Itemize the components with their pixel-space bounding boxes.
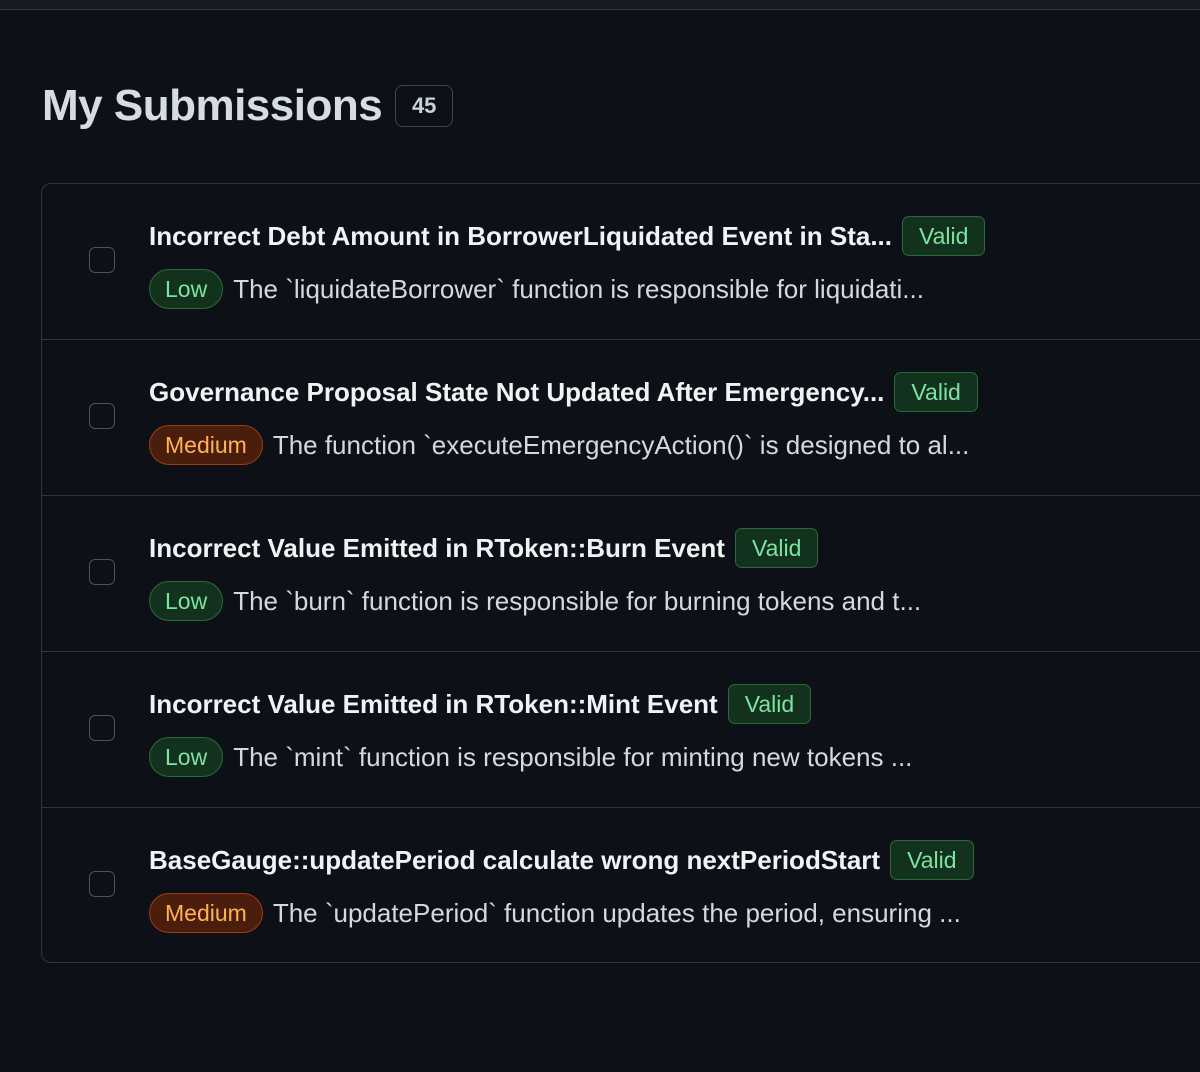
severity-badge: Low bbox=[149, 737, 224, 777]
status-badge: Valid bbox=[727, 684, 812, 724]
submission-count-badge: 45 bbox=[395, 85, 454, 127]
submission-description: The `burn` function is responsible for b… bbox=[233, 585, 922, 616]
submission-description: The function `executeEmergencyAction()` … bbox=[272, 429, 970, 460]
title-line: Governance Proposal State Not Updated Af… bbox=[149, 371, 978, 413]
submission-title[interactable]: Incorrect Value Emitted in RToken::Burn … bbox=[149, 533, 725, 564]
submission-title[interactable]: Incorrect Debt Amount in BorrowerLiquida… bbox=[149, 221, 892, 252]
submission-row[interactable]: Incorrect Value Emitted in RToken::Burn … bbox=[42, 496, 1200, 652]
submission-title[interactable]: Governance Proposal State Not Updated Af… bbox=[149, 377, 884, 408]
severity-badge: Medium bbox=[149, 893, 263, 933]
row-content: Incorrect Value Emitted in RToken::Burn … bbox=[149, 527, 921, 622]
severity-badge: Low bbox=[149, 269, 224, 309]
severity-badge: Low bbox=[149, 581, 224, 621]
title-line: Incorrect Value Emitted in RToken::Burn … bbox=[149, 527, 921, 569]
row-checkbox[interactable] bbox=[89, 403, 115, 429]
submission-title[interactable]: Incorrect Value Emitted in RToken::Mint … bbox=[149, 689, 718, 720]
row-checkbox[interactable] bbox=[89, 559, 115, 585]
description-line: Low The `burn` function is responsible f… bbox=[149, 580, 921, 622]
submission-row[interactable]: BaseGauge::updatePeriod calculate wrong … bbox=[42, 808, 1200, 962]
submissions-list: Incorrect Debt Amount in BorrowerLiquida… bbox=[41, 183, 1200, 963]
status-badge: Valid bbox=[890, 840, 974, 880]
row-content: Incorrect Debt Amount in BorrowerLiquida… bbox=[149, 215, 986, 310]
submission-row[interactable]: Governance Proposal State Not Updated Af… bbox=[42, 340, 1200, 496]
row-checkbox[interactable] bbox=[89, 871, 115, 897]
submission-description: The `liquidateBorrower` function is resp… bbox=[233, 273, 924, 304]
row-checkbox[interactable] bbox=[89, 247, 115, 273]
description-line: Low The `liquidateBorrower` function is … bbox=[149, 268, 985, 310]
submission-description: The `mint` function is responsible for m… bbox=[233, 741, 913, 772]
title-line: BaseGauge::updatePeriod calculate wrong … bbox=[149, 839, 974, 881]
description-line: Low The `mint` function is responsible f… bbox=[149, 736, 912, 778]
submission-description: The `updatePeriod` function updates the … bbox=[272, 897, 961, 928]
description-line: Medium The function `executeEmergencyAct… bbox=[149, 424, 978, 466]
title-line: Incorrect Value Emitted in RToken::Mint … bbox=[149, 683, 912, 725]
row-content: BaseGauge::updatePeriod calculate wrong … bbox=[149, 839, 974, 934]
title-line: Incorrect Debt Amount in BorrowerLiquida… bbox=[149, 215, 986, 257]
submission-row[interactable]: Incorrect Value Emitted in RToken::Mint … bbox=[42, 652, 1200, 808]
top-bar bbox=[0, 0, 1200, 10]
status-badge: Valid bbox=[902, 216, 986, 256]
page-header: My Submissions 45 bbox=[42, 78, 454, 134]
submission-row[interactable]: Incorrect Debt Amount in BorrowerLiquida… bbox=[42, 184, 1200, 340]
status-badge: Valid bbox=[894, 372, 978, 412]
submission-title[interactable]: BaseGauge::updatePeriod calculate wrong … bbox=[149, 845, 880, 876]
description-line: Medium The `updatePeriod` function updat… bbox=[149, 892, 974, 934]
row-content: Incorrect Value Emitted in RToken::Mint … bbox=[149, 683, 912, 778]
page-title: My Submissions bbox=[42, 81, 383, 130]
status-badge: Valid bbox=[734, 528, 819, 568]
row-checkbox[interactable] bbox=[89, 715, 115, 741]
severity-badge: Medium bbox=[149, 425, 263, 465]
row-content: Governance Proposal State Not Updated Af… bbox=[149, 371, 978, 466]
